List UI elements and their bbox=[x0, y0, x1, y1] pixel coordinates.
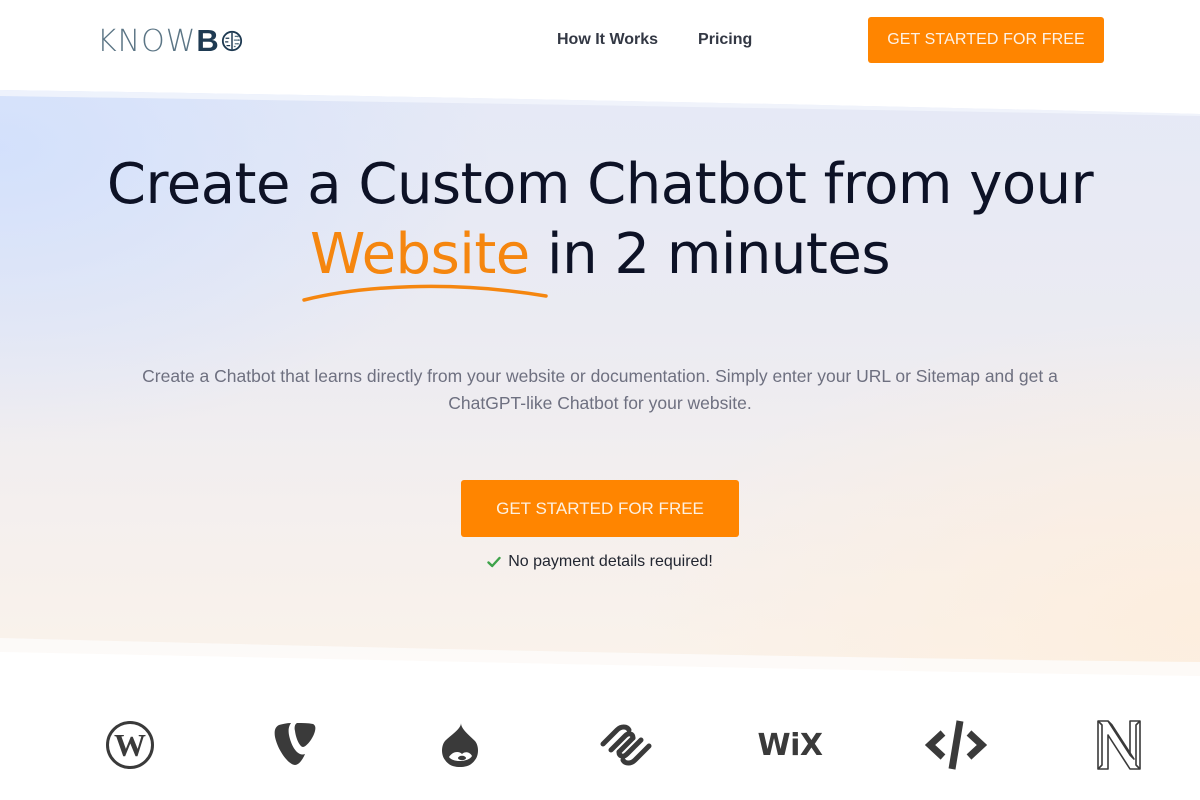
get-started-button-header[interactable]: GET STARTED FOR FREE bbox=[868, 17, 1104, 63]
nav-pricing[interactable]: Pricing bbox=[698, 29, 752, 51]
bottom-wave-divider bbox=[0, 638, 1200, 688]
integration-squarespace bbox=[598, 715, 654, 775]
n-logo-icon bbox=[1097, 720, 1141, 770]
integration-drupal bbox=[438, 715, 482, 775]
headline-accent-word: Website bbox=[302, 220, 548, 302]
hero-section: Create a Custom Chatbot from your Websit… bbox=[0, 150, 1200, 570]
headline-line-1: Create a Custom Chatbot from your bbox=[106, 152, 1094, 217]
headline-line-2: in 2 minutes bbox=[529, 222, 890, 287]
wix-icon: WiX bbox=[757, 727, 823, 763]
squarespace-icon bbox=[600, 724, 652, 766]
integration-typo3 bbox=[272, 715, 320, 775]
integration-logos: W WiX bbox=[0, 715, 1200, 780]
integration-wordpress: W bbox=[104, 715, 156, 775]
logo-text: KNOWB bbox=[97, 23, 220, 59]
hero-headline: Create a Custom Chatbot from your Websit… bbox=[0, 150, 1200, 302]
brain-icon bbox=[221, 30, 242, 52]
check-icon bbox=[487, 556, 501, 568]
underline-swoosh bbox=[302, 284, 548, 302]
typo3-icon bbox=[274, 723, 316, 765]
main-nav: How It Works Pricing bbox=[557, 29, 752, 51]
integration-custom-code bbox=[924, 715, 988, 775]
no-payment-note: No payment details required! bbox=[0, 553, 1200, 571]
get-started-button-hero[interactable]: GET STARTED FOR FREE bbox=[461, 480, 739, 537]
logo[interactable]: KNOWB bbox=[97, 24, 243, 58]
svg-text:W: W bbox=[114, 727, 146, 763]
no-payment-text: No payment details required! bbox=[508, 553, 713, 570]
wordpress-icon: W bbox=[106, 721, 154, 769]
site-header: KNOWB How It Works Pricing GET STARTED F… bbox=[0, 0, 1200, 90]
top-wave-divider bbox=[0, 88, 1200, 116]
integration-wix: WiX bbox=[756, 715, 824, 775]
nav-how-it-works[interactable]: How It Works bbox=[557, 29, 658, 51]
code-icon bbox=[925, 720, 987, 770]
hero-subtitle: Create a Chatbot that learns directly fr… bbox=[142, 366, 1058, 413]
drupal-icon bbox=[442, 723, 478, 767]
integration-n-logo bbox=[1095, 715, 1143, 775]
